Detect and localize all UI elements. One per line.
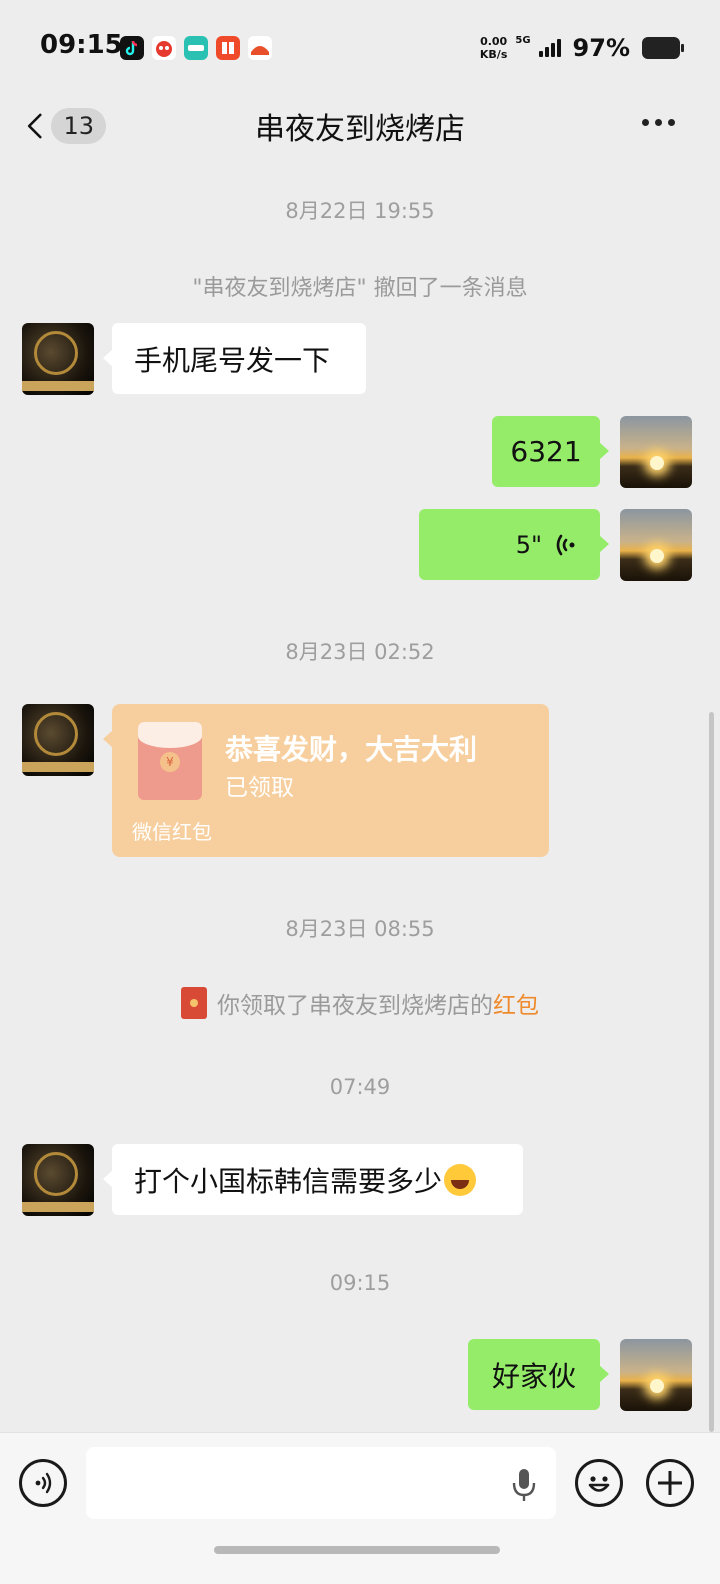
message-text: 手机尾号发一下 bbox=[134, 343, 331, 377]
voice-wave-icon bbox=[556, 534, 575, 555]
timestamp: 09:15 bbox=[329, 1271, 391, 1295]
message-text: 6321 bbox=[510, 435, 582, 468]
voice-message-bubble[interactable]: 5" bbox=[419, 509, 609, 580]
recall-notice: "串夜友到烧烤店" 撤回了一条消息 bbox=[192, 276, 528, 301]
timestamp: 07:49 bbox=[329, 1075, 391, 1099]
tiktok-icon bbox=[120, 36, 144, 60]
home-indicator[interactable] bbox=[214, 1546, 500, 1554]
my-avatar[interactable] bbox=[620, 509, 692, 581]
net-speed-value: 0.00 bbox=[480, 35, 508, 48]
microphone-icon[interactable] bbox=[510, 1467, 538, 1503]
scrollbar[interactable] bbox=[709, 712, 714, 1432]
signal-bars-icon bbox=[538, 39, 561, 57]
timestamp: 8月22日 19:55 bbox=[285, 199, 435, 223]
status-bar: 09:15 0.00 KB/s 5G 97% bbox=[0, 0, 720, 90]
contact-avatar[interactable] bbox=[22, 323, 94, 395]
red-packet-link[interactable]: 红包 bbox=[493, 993, 539, 1019]
net-speed: 0.00 KB/s bbox=[480, 35, 507, 61]
timestamp: 8月23日 02:52 bbox=[285, 640, 435, 664]
message-bubble-incoming[interactable]: 打个小国标韩信需要多少 bbox=[103, 1144, 523, 1215]
red-envelope-icon: ¥ bbox=[138, 722, 202, 800]
claim-notice-text: 你领取了串夜友到烧烤店的 bbox=[217, 993, 493, 1019]
plus-icon[interactable] bbox=[646, 1459, 694, 1507]
voice-mode-icon[interactable] bbox=[19, 1459, 67, 1507]
status-right: 0.00 KB/s 5G 97% bbox=[480, 34, 684, 62]
red-packet-footer: 微信红包 bbox=[132, 820, 212, 844]
chat-title: 串夜友到烧烤店 bbox=[255, 112, 465, 147]
timestamp: 8月23日 08:55 bbox=[285, 917, 435, 941]
voice-duration: 5" bbox=[515, 530, 542, 559]
message-bubble-incoming[interactable]: 手机尾号发一下 bbox=[103, 323, 366, 394]
contact-avatar[interactable] bbox=[22, 704, 94, 776]
signal-type: 5G bbox=[515, 34, 531, 46]
red-packet-card[interactable]: ¥ 恭喜发财，大吉大利 已领取 微信红包 bbox=[103, 704, 549, 857]
message-bubble-outgoing[interactable]: 6321 bbox=[492, 416, 609, 487]
chat-header: 13 串夜友到烧烤店 bbox=[0, 90, 720, 164]
notification-icons bbox=[120, 36, 272, 60]
message-input[interactable] bbox=[86, 1447, 556, 1519]
app-red-icon bbox=[152, 36, 176, 60]
battery-icon bbox=[642, 37, 684, 59]
boss-zhipin-icon bbox=[184, 36, 208, 60]
status-time: 09:15 bbox=[40, 30, 123, 60]
my-avatar[interactable] bbox=[620, 1339, 692, 1411]
red-packet-small-icon bbox=[181, 987, 207, 1019]
red-packet-title: 恭喜发财，大吉大利 bbox=[225, 733, 478, 766]
contact-avatar[interactable] bbox=[22, 1144, 94, 1216]
message-text: 好家伙 bbox=[491, 1359, 576, 1393]
emoji-icon[interactable] bbox=[575, 1459, 623, 1507]
message-bubble-outgoing[interactable]: 好家伙 bbox=[468, 1339, 609, 1410]
net-speed-unit: KB/s bbox=[479, 48, 508, 61]
app-orange-icon bbox=[248, 36, 272, 60]
battery-percent: 97% bbox=[572, 34, 630, 62]
my-avatar[interactable] bbox=[620, 416, 692, 488]
red-packet-claim-notice: 你领取了串夜友到烧烤店的红包 bbox=[0, 986, 720, 1020]
ting-icon bbox=[216, 36, 240, 60]
laugh-emoji-icon bbox=[444, 1163, 477, 1196]
input-bar bbox=[0, 1432, 720, 1584]
red-packet-status: 已领取 bbox=[225, 775, 294, 801]
message-text: 打个小国标韩信需要多少 bbox=[134, 1164, 443, 1198]
more-dots-icon[interactable] bbox=[642, 112, 682, 132]
